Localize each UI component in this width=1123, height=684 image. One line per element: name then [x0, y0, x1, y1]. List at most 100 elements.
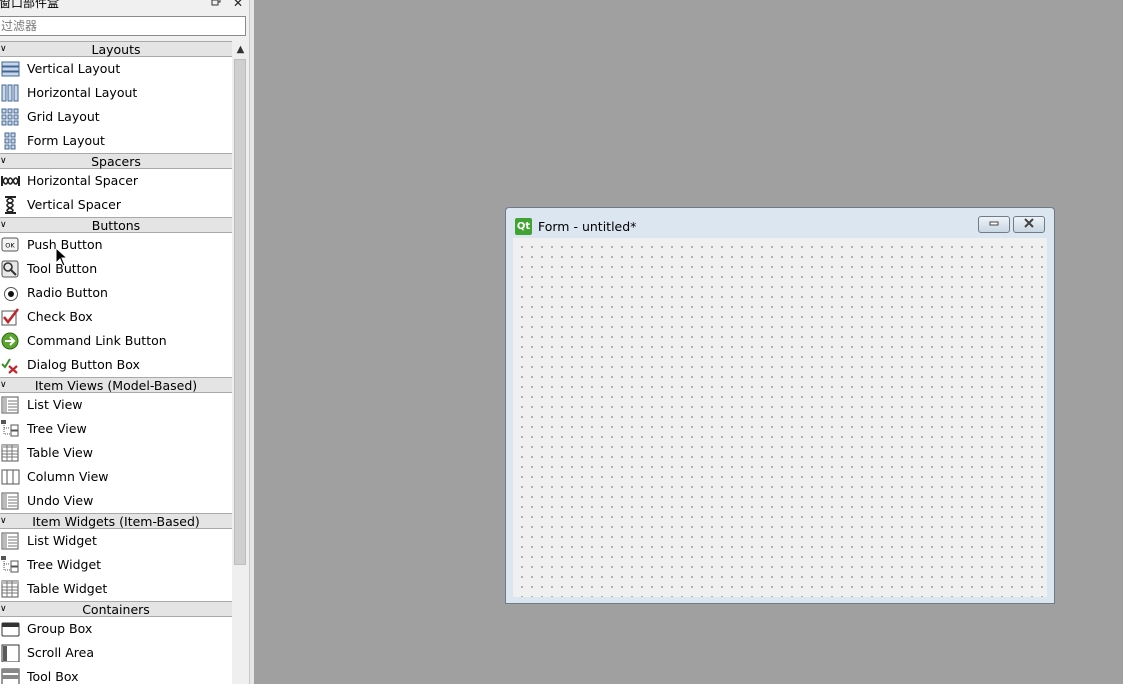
chevron-down-icon[interactable]: ∨	[0, 154, 10, 170]
category-buttons[interactable]: ∨ Buttons	[0, 217, 232, 233]
widget-item-push-button[interactable]: OK Push Button	[0, 233, 232, 257]
widget-item-scroll-area[interactable]: Scroll Area	[0, 641, 232, 665]
widget-item-label: Radio Button	[27, 285, 108, 300]
widget-item-label: Horizontal Layout	[27, 85, 138, 100]
widget-item-label: Vertical Layout	[27, 61, 121, 76]
list-view-icon	[1, 396, 19, 414]
category-label: Item Views (Model-Based)	[34, 378, 198, 393]
widget-box-title: 窗口部件盒	[0, 0, 60, 10]
widget-box-panel: 窗口部件盒 ✕ ∨ Layouts Vertical Layout Horizonta…	[0, 0, 254, 684]
chevron-down-icon[interactable]: ∨	[0, 42, 10, 58]
widget-item-label: Form Layout	[27, 133, 105, 148]
tree-view-icon	[1, 420, 19, 437]
qt-logo-icon: Qt	[515, 218, 532, 235]
widget-list-scrollbar[interactable]: ▲	[232, 41, 249, 684]
dialog-button-box-icon	[1, 358, 18, 374]
category-label: Item Widgets (Item-Based)	[32, 514, 200, 529]
scroll-area-icon	[1, 644, 20, 662]
chevron-down-icon[interactable]: ∨	[0, 378, 10, 394]
widget-item-command-link-button[interactable]: Command Link Button	[0, 329, 232, 353]
vertical-layout-icon	[1, 61, 20, 77]
widget-item-dialog-button-box[interactable]: Dialog Button Box	[0, 353, 232, 377]
widget-item-label: List Widget	[27, 533, 97, 548]
undo-view-icon	[1, 492, 19, 510]
tree-widget-icon	[1, 556, 19, 573]
widget-item-label: Command Link Button	[27, 333, 167, 348]
list-widget-icon	[1, 532, 19, 550]
widget-item-tool-box[interactable]: Tool Box	[0, 665, 232, 684]
category-containers[interactable]: ∨ Containers	[0, 601, 232, 617]
command-link-icon	[1, 332, 19, 350]
table-view-icon	[1, 444, 19, 462]
vertical-spacer-icon	[5, 196, 16, 214]
widget-item-horizontal-spacer[interactable]: Horizontal Spacer	[0, 169, 232, 193]
widget-item-label: Tree View	[27, 421, 87, 436]
widget-item-label: List View	[27, 397, 83, 412]
category-label: Layouts	[91, 42, 141, 57]
radio-button-icon	[4, 287, 18, 301]
widget-item-group-box[interactable]: Group Box	[0, 617, 232, 641]
widget-list: ∨ Layouts Vertical Layout Horizontal Layout…	[0, 41, 232, 684]
category-item-widgets-item-based[interactable]: ∨ Item Widgets (Item-Based)	[0, 513, 232, 529]
widget-item-label: Group Box	[27, 621, 93, 636]
table-widget-icon	[1, 580, 19, 598]
close-icon[interactable]	[1013, 216, 1045, 233]
tool-box-icon	[1, 668, 20, 684]
widget-item-label: Undo View	[27, 493, 94, 508]
form-canvas-grid[interactable]	[513, 238, 1047, 597]
widget-item-label: Horizontal Spacer	[27, 173, 139, 188]
horizontal-layout-icon	[1, 84, 19, 102]
form-layout-icon	[4, 132, 16, 150]
widget-item-tree-widget[interactable]: Tree Widget	[0, 553, 232, 577]
widget-item-label: Grid Layout	[27, 109, 100, 124]
widget-item-grid-layout[interactable]: Grid Layout	[0, 105, 232, 129]
widget-item-label: Dialog Button Box	[27, 357, 140, 372]
scrollbar-thumb[interactable]	[234, 59, 246, 565]
category-spacers[interactable]: ∨ Spacers	[0, 153, 232, 169]
widget-item-column-view[interactable]: Column View	[0, 465, 232, 489]
svg-text:OK: OK	[5, 242, 15, 250]
horizontal-spacer-icon	[1, 176, 20, 186]
widget-item-list-widget[interactable]: List Widget	[0, 529, 232, 553]
filter-input[interactable]	[0, 16, 246, 36]
grid-layout-icon	[1, 108, 19, 126]
widget-item-tool-button[interactable]: Tool Button	[0, 257, 232, 281]
panel-splitter[interactable]	[249, 0, 254, 684]
tool-button-icon	[1, 260, 19, 278]
minimize-icon[interactable]	[978, 216, 1010, 233]
chevron-down-icon[interactable]: ∨	[0, 602, 10, 618]
widget-box-titlebar: 窗口部件盒 ✕	[0, 0, 250, 11]
widget-item-table-view[interactable]: Table View	[0, 441, 232, 465]
widget-item-vertical-layout[interactable]: Vertical Layout	[0, 57, 232, 81]
widget-item-label: Table Widget	[27, 581, 108, 596]
form-window[interactable]: Qt Form - untitled*	[505, 207, 1055, 604]
scroll-up-arrow-icon[interactable]: ▲	[232, 41, 249, 58]
widget-item-label: Scroll Area	[27, 645, 95, 660]
widget-item-horizontal-layout[interactable]: Horizontal Layout	[0, 81, 232, 105]
category-label: Buttons	[91, 218, 141, 233]
column-view-icon	[1, 469, 20, 485]
category-label: Spacers	[91, 154, 141, 169]
widget-item-list-view[interactable]: List View	[0, 393, 232, 417]
float-icon[interactable]	[209, 0, 223, 10]
widget-item-form-layout[interactable]: Form Layout	[0, 129, 232, 153]
widget-item-check-box[interactable]: Check Box	[0, 305, 232, 329]
category-layouts[interactable]: ∨ Layouts	[0, 41, 232, 57]
widget-item-label: Table View	[27, 445, 93, 460]
chevron-down-icon[interactable]: ∨	[0, 514, 10, 530]
form-window-title: Form - untitled*	[538, 219, 637, 234]
widget-item-tree-view[interactable]: Tree View	[0, 417, 232, 441]
form-window-titlebar[interactable]: Qt Form - untitled*	[506, 208, 1054, 238]
mouse-cursor-icon	[55, 247, 69, 267]
widget-item-vertical-spacer[interactable]: Vertical Spacer	[0, 193, 232, 217]
widget-item-label: Vertical Spacer	[27, 197, 121, 212]
widget-item-undo-view[interactable]: Undo View	[0, 489, 232, 513]
widget-item-table-widget[interactable]: Table Widget	[0, 577, 232, 601]
group-box-icon	[1, 622, 20, 637]
chevron-down-icon[interactable]: ∨	[0, 218, 10, 234]
close-icon[interactable]: ✕	[231, 0, 245, 10]
widget-item-radio-button[interactable]: Radio Button	[0, 281, 232, 305]
widget-item-label: Check Box	[27, 309, 93, 324]
widget-item-label: Column View	[27, 469, 109, 484]
category-item-views-model-based[interactable]: ∨ Item Views (Model-Based)	[0, 377, 232, 393]
